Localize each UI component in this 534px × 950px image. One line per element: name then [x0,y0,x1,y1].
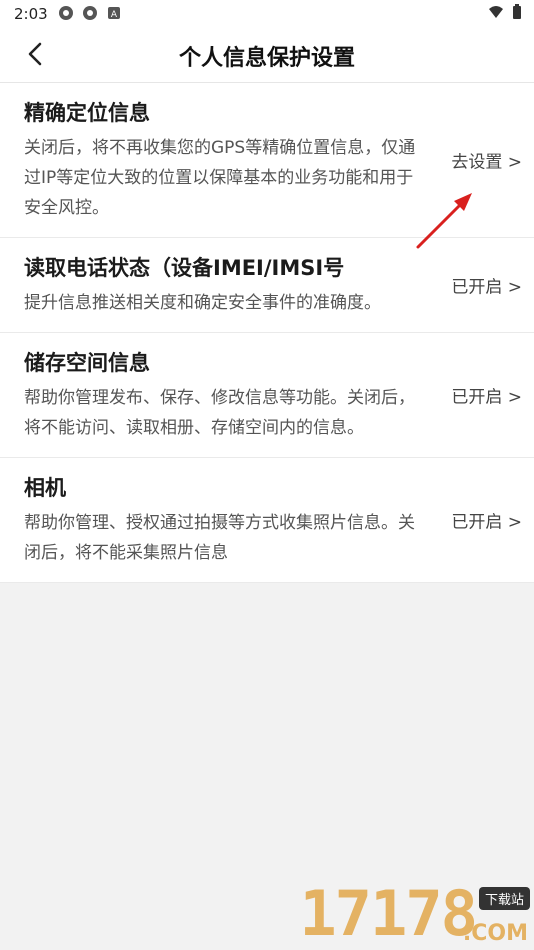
location-settings-link[interactable]: 去设置 > [451,148,522,173]
permission-item-camera[interactable]: 相机 帮助你管理、授权通过拍摄等方式收集照片信息。关闭后，将不能采集照片信息 已… [0,458,534,583]
status-time: 2:03 [14,5,48,23]
permission-item-title: 读取电话状态（设备IMEI/IMSI号 [24,256,345,280]
svg-text:A: A [111,10,118,20]
page-title: 个人信息保护设置 [178,46,355,71]
permission-item-title: 相机 [24,476,66,500]
permission-item-desc: 关闭后，将不再收集您的GPS等精确位置信息，仅通过IP等定位大致的位置以保障基本… [24,138,416,218]
permission-list: 精确定位信息 关闭后，将不再收集您的GPS等精确位置信息，仅通过IP等定位大致的… [0,83,534,583]
battery-icon [513,4,521,19]
watermark-badge: 下载站 [478,887,530,910]
storage-status-link[interactable]: 已开启 > [451,383,522,408]
permission-item-title: 精确定位信息 [24,101,150,125]
permission-item-desc: 帮助你管理发布、保存、修改信息等功能。关闭后，将不能访问、读取相册、存储空间内的… [24,388,415,438]
status-right-icons [488,4,522,20]
camera-status-link[interactable]: 已开启 > [451,508,522,533]
page-header: 个人信息保护设置 [0,28,534,83]
status-bar: 2:03 A [0,0,534,28]
wifi-icon [489,6,503,18]
permission-item-desc: 提升信息推送相关度和确定安全事件的准确度。 [24,293,381,313]
permission-item-desc: 帮助你管理、授权通过拍摄等方式收集照片信息。关闭后，将不能采集照片信息 [24,513,415,563]
permission-item-phone-state[interactable]: 读取电话状态（设备IMEI/IMSI号 提升信息推送相关度和确定安全事件的准确度… [0,238,534,333]
a-icon: A [108,7,120,20]
watermark-domain: .COM [462,921,528,946]
permission-item-title: 储存空间信息 [24,351,150,375]
phone-state-status-link[interactable]: 已开启 > [451,273,522,298]
watermark-logo: 17178 下载站 .COM [299,870,534,950]
app-notification-icon [59,6,73,20]
watermark-number: 17178 [299,877,478,950]
status-notification-icons: A [58,5,122,21]
permission-item-storage[interactable]: 储存空间信息 帮助你管理发布、保存、修改信息等功能。关闭后，将不能访问、读取相册… [0,333,534,458]
app-notification-icon [83,6,97,20]
permission-item-location[interactable]: 精确定位信息 关闭后，将不再收集您的GPS等精确位置信息，仅通过IP等定位大致的… [0,83,534,238]
